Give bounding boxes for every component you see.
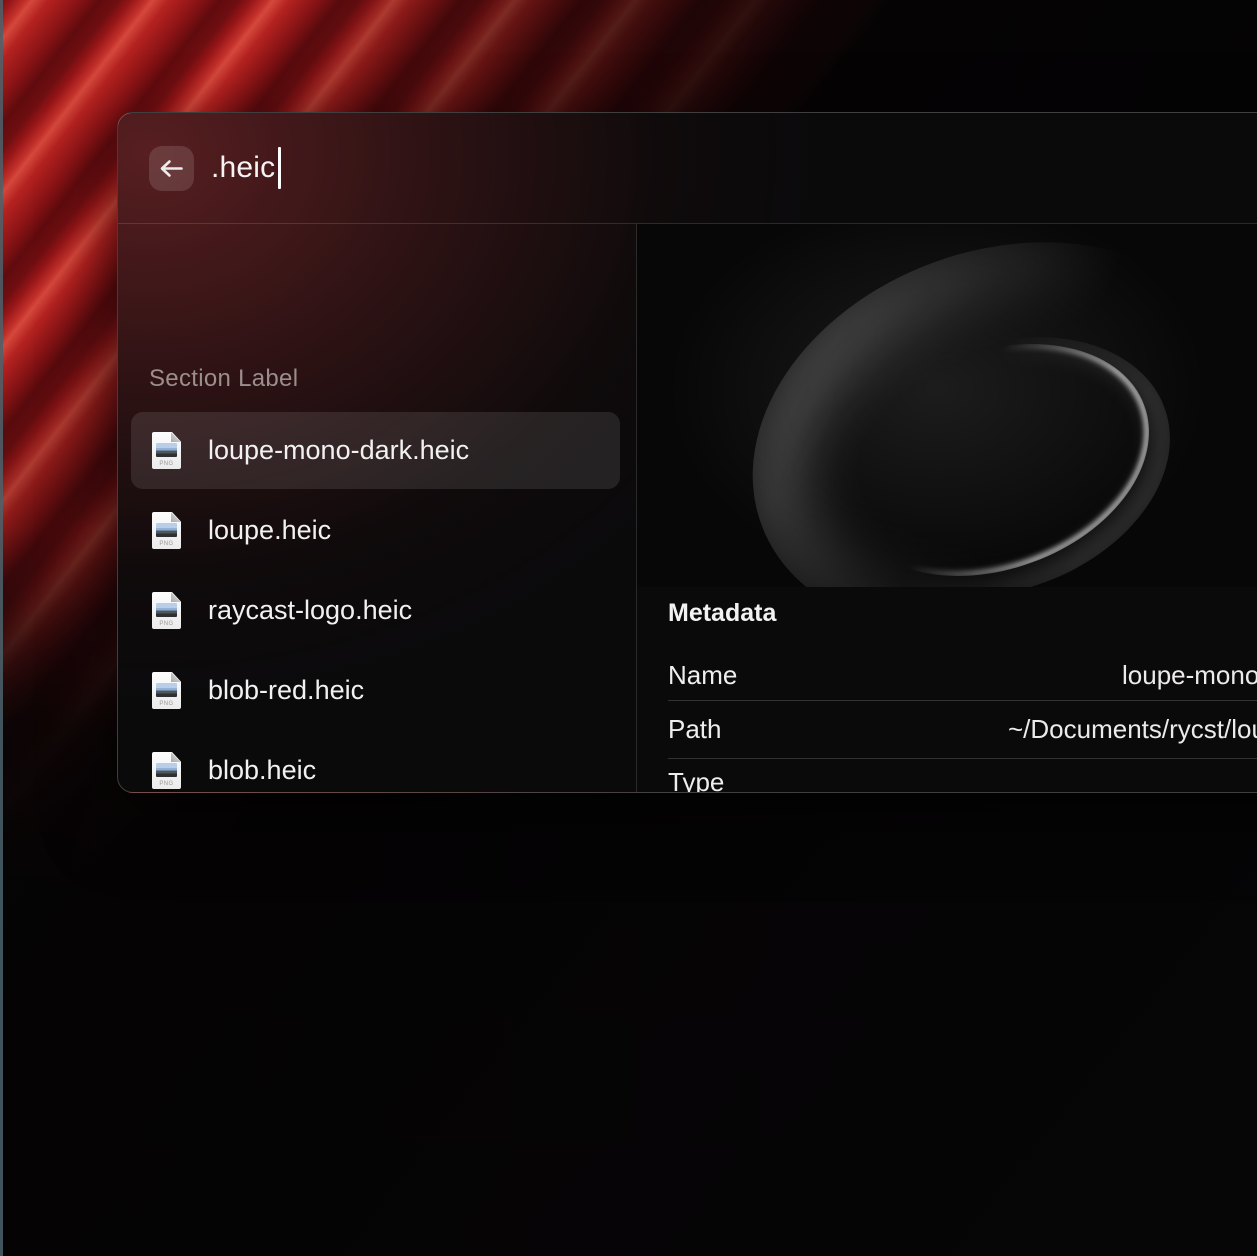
- png-file-icon: PNG: [152, 672, 181, 709]
- file-icon-fold: [171, 592, 181, 602]
- file-icon-type-label: PNG: [152, 621, 181, 627]
- file-name: loupe-mono-dark.heic: [208, 435, 469, 466]
- file-icon-thumbnail: [156, 763, 177, 777]
- list-item-raycast-logo[interactable]: PNG raycast-logo.heic: [131, 572, 620, 649]
- file-icon-type-label: PNG: [152, 541, 181, 547]
- file-icon-type-label: PNG: [152, 701, 181, 707]
- file-icon-fold: [171, 432, 181, 442]
- detail-panel: Metadata Name loupe-mono-dark.heic Path …: [637, 224, 1257, 792]
- search-bar: .heic: [118, 113, 1257, 223]
- file-icon-fold: [171, 512, 181, 522]
- search-query-text: .heic: [211, 151, 275, 185]
- left-arrow-icon: [159, 159, 184, 178]
- file-name: blob-red.heic: [208, 675, 364, 706]
- file-name: blob.heic: [208, 755, 316, 786]
- file-icon-thumbnail: [156, 683, 177, 697]
- result-list: PNG loupe-mono-dark.heic PNG loupe.heic: [131, 412, 620, 793]
- file-name: loupe.heic: [208, 515, 331, 546]
- metadata-row-path: Path ~/Documents/rycst/loupe-mono-dark.h…: [668, 701, 1257, 758]
- list-item-loupe-mono-dark[interactable]: PNG loupe-mono-dark.heic: [131, 412, 620, 489]
- metadata-label: Name: [668, 660, 737, 690]
- png-file-icon: PNG: [152, 432, 181, 469]
- metadata-value: ~/Documents/rycst/loupe-mono-dark.heic: [1008, 701, 1257, 758]
- metadata-section: Metadata Name loupe-mono-dark.heic Path …: [668, 587, 1257, 793]
- file-icon-type-label: PNG: [152, 781, 181, 787]
- text-caret: [278, 147, 281, 189]
- metadata-label: Path: [668, 714, 722, 744]
- file-icon-thumbnail: [156, 443, 177, 457]
- results-panel: Section Label PNG loupe-mono-dark.heic P…: [118, 224, 636, 792]
- png-file-icon: PNG: [152, 592, 181, 629]
- screen-left-edge-strip: [0, 0, 3, 1256]
- file-name: raycast-logo.heic: [208, 595, 412, 626]
- metadata-value: loupe-mono-dark.heic: [1122, 650, 1257, 700]
- metadata-label: Type: [668, 767, 724, 793]
- list-item-blob-red[interactable]: PNG blob-red.heic: [131, 652, 620, 729]
- list-item-loupe[interactable]: PNG loupe.heic: [131, 492, 620, 569]
- list-item-blob[interactable]: PNG blob.heic: [131, 732, 620, 793]
- png-file-icon: PNG: [152, 512, 181, 549]
- search-input[interactable]: .heic: [211, 113, 281, 223]
- section-label: Section Label: [149, 365, 298, 393]
- file-icon-type-label: PNG: [152, 461, 181, 467]
- metadata-title: Metadata: [668, 599, 1257, 628]
- png-file-icon: PNG: [152, 752, 181, 789]
- file-icon-thumbnail: [156, 523, 177, 537]
- file-icon-fold: [171, 752, 181, 762]
- metadata-row-name: Name loupe-mono-dark.heic: [668, 650, 1257, 700]
- file-icon-thumbnail: [156, 603, 177, 617]
- launcher-window: .heic Section Label PNG loupe-mono-dark.…: [117, 112, 1257, 793]
- image-preview: [637, 224, 1257, 587]
- file-icon-fold: [171, 672, 181, 682]
- metadata-row-type: Type: [668, 759, 1257, 793]
- back-button[interactable]: [149, 146, 194, 191]
